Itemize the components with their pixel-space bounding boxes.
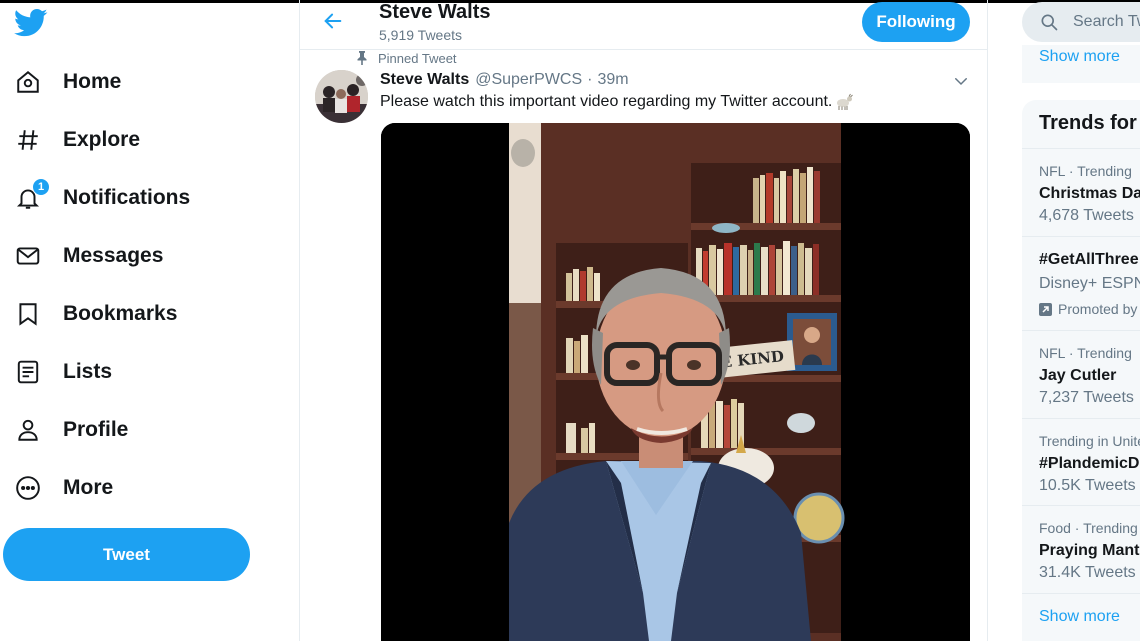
primary-nav: Home Explore 1 Notifications Messages Bo… (0, 0, 300, 641)
trend-context: Food · Trending (1039, 520, 1138, 536)
trend-item[interactable]: NFL · Trending Christmas Day 4,678 Tweet… (1022, 148, 1140, 236)
nav-item-explore[interactable]: Explore (14, 118, 140, 162)
tweet-text-row: Please watch this important video regard… (380, 93, 854, 111)
trend-context: NFL · Trending (1039, 163, 1132, 179)
trend-count: 10.5K Tweets (1039, 477, 1136, 494)
profile-name: Steve Walts (379, 1, 491, 23)
trend-count: 4,678 Tweets (1039, 207, 1134, 224)
search-box[interactable]: Search Tw (1022, 2, 1140, 42)
tweet-time[interactable]: 39m (597, 71, 628, 89)
nav-label: Home (63, 70, 122, 93)
trends-panel: Trends for NFL · Trending Christmas Day … (1022, 100, 1140, 641)
trend-name: Jay Cutler (1039, 367, 1117, 384)
trend-item[interactable]: Trending in Unite #PlandemicDo 10.5K Twe… (1022, 418, 1140, 505)
promoted-label: Promoted by (1058, 301, 1138, 317)
tweet-count: 5,919 Tweets (379, 27, 463, 43)
nav-label: Profile (63, 418, 129, 441)
pinned-label: Pinned Tweet (378, 50, 457, 66)
list-icon (14, 358, 42, 386)
bookmark-icon (14, 300, 42, 328)
nav-label: More (63, 476, 114, 499)
trends-footer: Show more (1022, 593, 1140, 641)
nav-item-home[interactable]: Home (14, 60, 121, 104)
home-icon (14, 68, 42, 96)
trend-description: Disney+ ESPN (1039, 275, 1140, 292)
tweet-button[interactable]: Tweet (3, 528, 250, 581)
nav-item-messages[interactable]: Messages (14, 234, 163, 278)
tweet-header: Steve Walts @SuperPWCS · 39m (380, 71, 629, 89)
trend-item[interactable]: Food · Trending Praying Mant 31.4K Tweet… (1022, 505, 1140, 593)
trend-item[interactable]: NFL · Trending Jay Cutler 7,237 Tweets (1022, 330, 1140, 418)
nav-item-profile[interactable]: Profile (14, 408, 128, 452)
show-more-panel: Show more (1022, 45, 1140, 83)
hashtag-icon (14, 126, 42, 154)
trends-title: Trends for (1039, 112, 1137, 134)
trend-count: 31.4K Tweets (1039, 564, 1136, 581)
twitter-logo-icon[interactable] (14, 8, 48, 38)
author-name[interactable]: Steve Walts (380, 71, 469, 89)
back-arrow-icon[interactable] (322, 10, 344, 32)
nav-label: Bookmarks (63, 302, 178, 325)
profile-header: Steve Walts 5,919 Tweets Following (300, 0, 987, 50)
nav-label: Explore (63, 128, 141, 151)
profile-timeline: Steve Walts 5,919 Tweets Following Pinne… (300, 0, 987, 641)
trend-context: NFL · Trending (1039, 345, 1132, 361)
separator-dot: · (587, 71, 593, 88)
nav-label: Notifications (63, 186, 191, 209)
search-placeholder: Search Tw (1073, 13, 1140, 30)
nav-item-lists[interactable]: Lists (14, 350, 112, 394)
promoted-row: Promoted by (1039, 301, 1137, 317)
trend-name: Praying Mant (1039, 542, 1140, 559)
tweet-text: Please watch this important video regard… (380, 93, 833, 110)
trend-name: Christmas Day (1039, 185, 1140, 202)
envelope-icon (14, 242, 42, 270)
more-circle-icon (14, 474, 42, 502)
tweet-video[interactable]: BE KIND (381, 123, 970, 641)
trend-name: #GetAllThree (1039, 251, 1139, 268)
video-frame: BE KIND (381, 123, 970, 641)
chevron-down-icon[interactable] (952, 72, 970, 90)
trend-name: #PlandemicDo (1039, 455, 1140, 472)
person-icon (14, 416, 42, 444)
promoted-icon (1039, 302, 1052, 316)
trend-context: Trending in Unite (1039, 433, 1140, 449)
nav-label: Messages (63, 244, 164, 267)
goat-emoji-icon (837, 93, 854, 110)
pinned-indicator: Pinned Tweet (356, 50, 457, 66)
author-avatar[interactable] (315, 70, 368, 123)
column-divider (987, 0, 988, 641)
notification-badge: 1 (32, 178, 50, 196)
following-button[interactable]: Following (862, 2, 970, 42)
trend-item-promoted[interactable]: #GetAllThree Disney+ ESPN Promoted by (1022, 236, 1140, 330)
nav-label: Lists (63, 360, 113, 383)
show-more-link[interactable]: Show more (1039, 608, 1120, 626)
author-handle[interactable]: @SuperPWCS (475, 71, 582, 89)
pin-icon (357, 51, 367, 65)
nav-item-notifications[interactable]: 1 Notifications (14, 176, 190, 220)
nav-item-more[interactable]: More (14, 466, 113, 510)
trend-count: 7,237 Tweets (1039, 389, 1134, 406)
nav-item-bookmarks[interactable]: Bookmarks (14, 292, 177, 336)
search-icon (1041, 14, 1058, 31)
bell-icon: 1 (14, 178, 50, 212)
right-sidebar: Search Tw Show more Trends for NFL · Tre… (1007, 0, 1140, 641)
show-more-link[interactable]: Show more (1039, 48, 1120, 65)
